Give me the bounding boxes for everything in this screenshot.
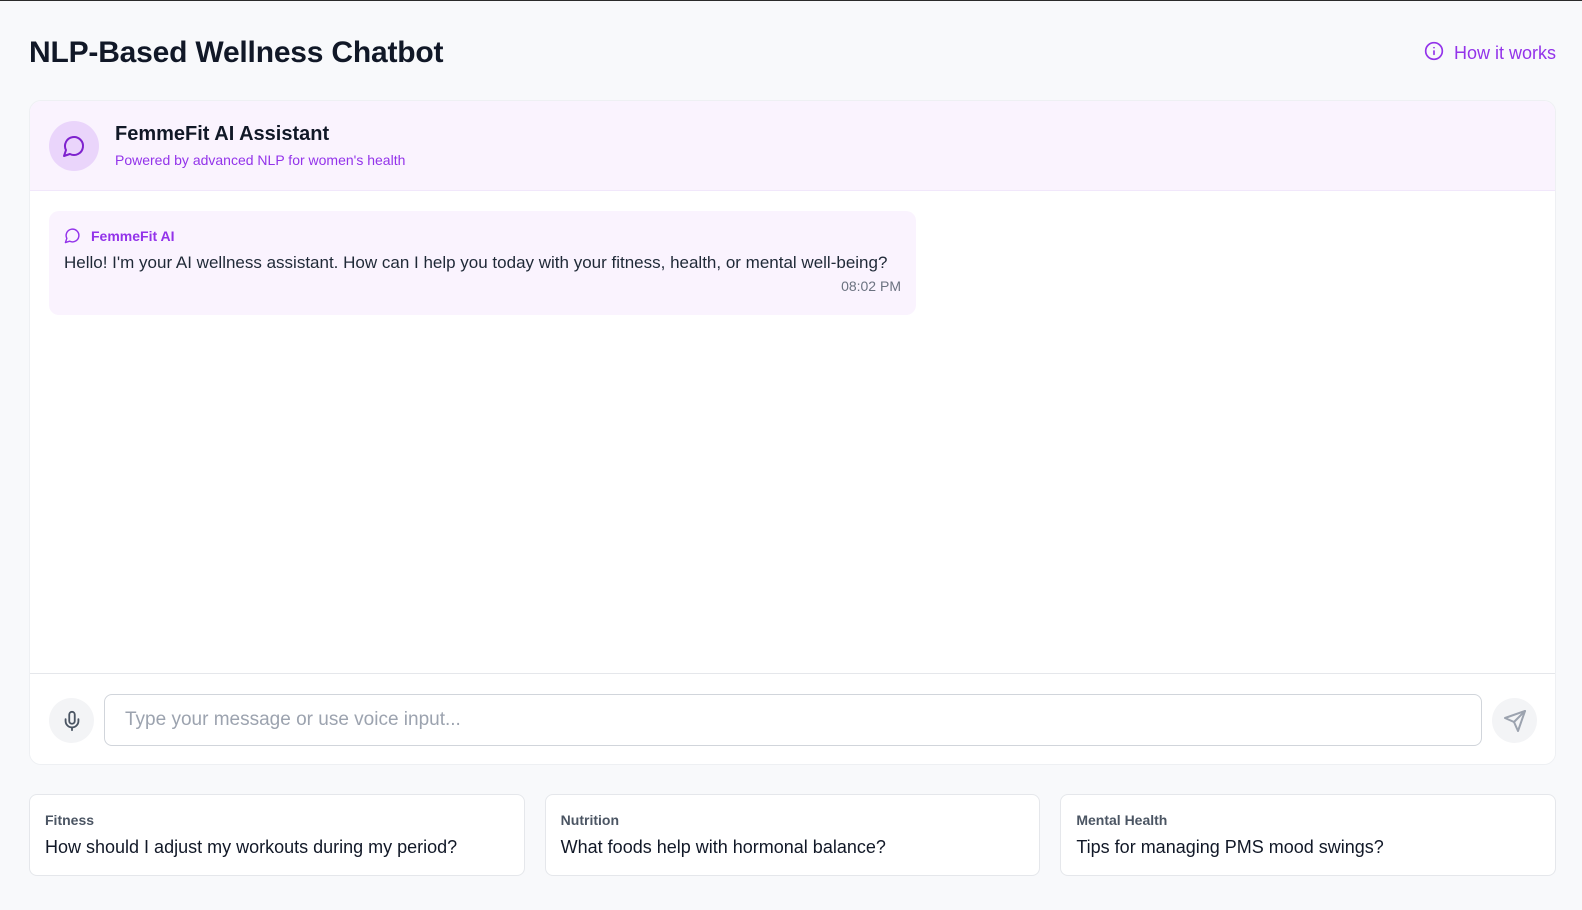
message-circle-icon <box>64 228 80 244</box>
chat-panel: FemmeFit AI Assistant Powered by advance… <box>29 100 1556 765</box>
assistant-subtitle: Powered by advanced NLP for women's heal… <box>115 152 406 168</box>
suggestion-card-mental-health[interactable]: Mental Health Tips for managing PMS mood… <box>1060 794 1557 876</box>
suggestion-category: Fitness <box>45 812 95 828</box>
how-it-works-link[interactable]: How it works <box>1424 41 1556 66</box>
message-composer <box>30 673 1555 764</box>
suggestion-text: Tips for managing PMS mood swings? <box>1076 837 1384 857</box>
assistant-avatar <box>49 120 99 171</box>
how-it-works-label: How it works <box>1453 42 1556 63</box>
send-icon <box>1503 709 1526 732</box>
suggestion-card-nutrition[interactable]: Nutrition What foods help with hormonal … <box>544 794 1041 876</box>
chat-header: FemmeFit AI Assistant Powered by advance… <box>30 101 1555 191</box>
assistant-message: FemmeFit AI Hello! I'm your AI wellness … <box>49 211 916 315</box>
message-circle-icon <box>63 135 84 157</box>
message-list: FemmeFit AI Hello! I'm your AI wellness … <box>30 191 1555 673</box>
assistant-name: FemmeFit AI Assistant <box>115 123 330 145</box>
message-timestamp: 08:02 PM <box>841 278 901 294</box>
send-button[interactable] <box>1492 698 1537 743</box>
suggestion-category: Mental Health <box>1076 812 1168 828</box>
suggestion-text: What foods help with hormonal balance? <box>560 837 886 857</box>
page-header: NLP-Based Wellness Chatbot How it works <box>29 30 1556 76</box>
info-icon <box>1424 41 1444 66</box>
assistant-info: FemmeFit AI Assistant Powered by advance… <box>115 123 405 168</box>
suggestion-card-fitness[interactable]: Fitness How should I adjust my workouts … <box>29 794 525 876</box>
suggested-prompts: Fitness How should I adjust my workouts … <box>29 794 1557 876</box>
message-sender-name: FemmeFit AI <box>91 227 175 244</box>
message-sender: FemmeFit AI <box>64 227 901 244</box>
suggestion-category: Nutrition <box>560 812 619 828</box>
mic-icon <box>64 710 79 731</box>
page-title: NLP-Based Wellness Chatbot <box>29 36 444 69</box>
top-border <box>0 0 1582 1</box>
voice-input-button[interactable] <box>49 698 94 743</box>
message-text: Hello! I'm your AI wellness assistant. H… <box>64 253 888 272</box>
message-input[interactable] <box>104 694 1482 746</box>
suggestion-text: How should I adjust my workouts during m… <box>45 837 458 857</box>
